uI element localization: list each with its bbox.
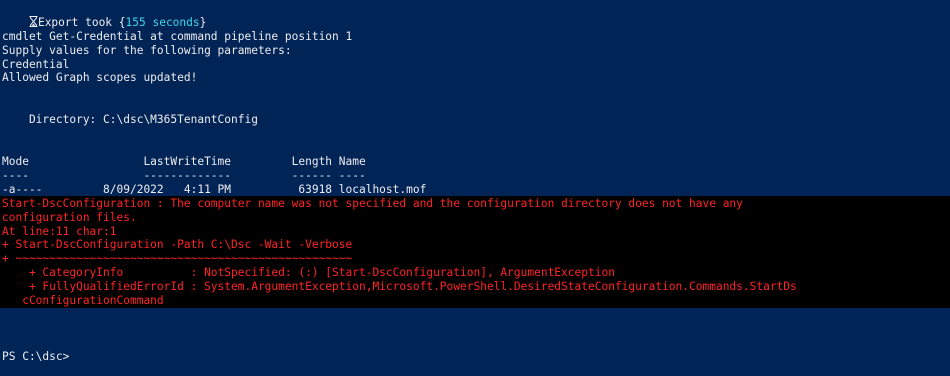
listing-separator: ---- ------------- ------ ---- — [2, 168, 366, 182]
listing-row-localhost-mof: -a---- 8/09/2022 4:11 PM 63918 localhost… — [2, 182, 427, 196]
error-underline: + ~~~~~~~~~~~~~~~~~~~~~~~~~~~~~~~~~~~~~~… — [2, 252, 353, 266]
directory-line: Directory: C:\dsc\M365TenantConfig — [2, 113, 258, 126]
export-duration: 155 seconds — [125, 15, 200, 29]
error-category-info: + CategoryInfo : NotSpecified: (:) [Star… — [2, 266, 615, 279]
error-qualified-id-continuation: cConfigurationCommand — [2, 293, 164, 307]
export-label: Export took — [37, 15, 119, 29]
listing-header: Mode LastWriteTime Length Name — [2, 155, 366, 168]
export-status-line: Export took {155 seconds} — [2, 2, 206, 29]
error-message-continuation: configuration files. — [2, 210, 137, 224]
export-close-brace: } — [199, 15, 207, 29]
powershell-console[interactable]: Export took {155 seconds} cmdlet Get-Cre… — [0, 0, 950, 376]
supply-values-line: Supply values for the following paramete… — [2, 43, 292, 57]
export-open-brace: { — [118, 15, 126, 29]
cmdlet-line: cmdlet Get-Credential at command pipelin… — [2, 30, 353, 43]
error-command-line: + Start-DscConfiguration -Path C:\Dsc -W… — [2, 238, 353, 252]
error-message-line: Start-DscConfiguration : The computer na… — [2, 197, 743, 210]
error-qualified-id: + FullyQualifiedErrorId : System.Argumen… — [2, 279, 797, 293]
error-location-line: At line:11 char:1 — [2, 224, 117, 238]
command-prompt[interactable]: PS C:\dsc> — [2, 350, 69, 364]
prompt-text: PS C:\dsc> — [2, 350, 70, 363]
hourglass-icon — [29, 15, 38, 27]
credential-line: Credential — [2, 57, 70, 71]
graph-scopes-line: Allowed Graph scopes updated! — [2, 71, 198, 85]
